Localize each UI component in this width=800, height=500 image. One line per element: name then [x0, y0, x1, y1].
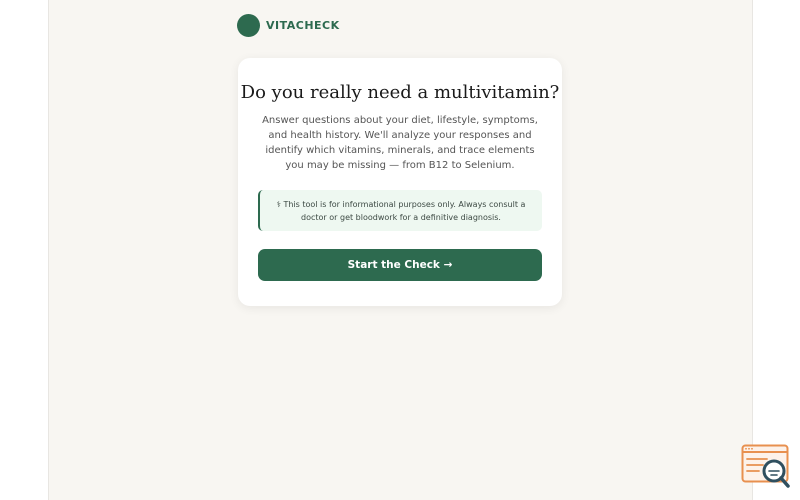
card-title: Do you really need a multivitamin?	[240, 82, 560, 103]
intro-card: Do you really need a multivitamin? Answe…	[238, 58, 562, 306]
circle-logo-icon	[237, 14, 260, 37]
search-document-icon[interactable]	[741, 444, 791, 490]
disclaimer-notice: ⚕ This tool is for informational purpose…	[258, 190, 542, 231]
brand-name: VITACHECK	[266, 19, 340, 32]
brand-header[interactable]: VITACHECK	[237, 14, 340, 37]
card-description: Answer questions about your diet, lifest…	[262, 115, 538, 171]
start-check-button[interactable]: Start the Check →	[258, 249, 542, 281]
disclaimer-text: ⚕ This tool is for informational purpose…	[276, 199, 526, 222]
